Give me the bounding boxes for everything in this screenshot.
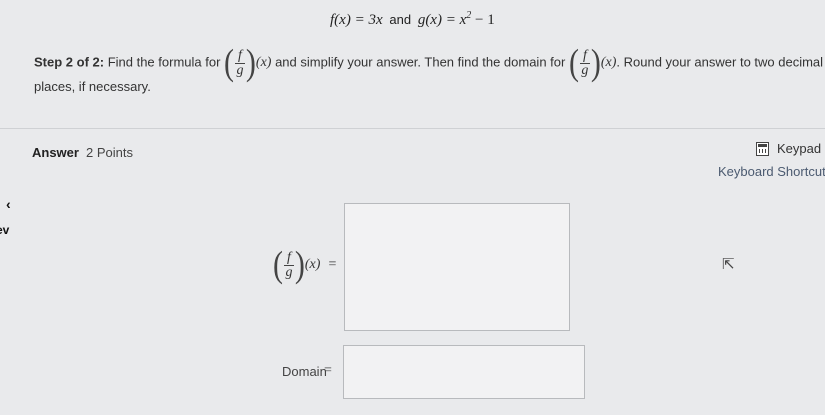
f-over-g-expression: ( fg ) (x)	[224, 41, 272, 83]
problem-functions: f(x) = 3x and g(x) = x2 − 1	[330, 10, 495, 29]
f-over-g-input-label: ( fg ) (x) =	[273, 243, 337, 285]
keyboard-shortcuts-link[interactable]: Keyboard Shortcuts	[718, 164, 825, 179]
domain-answer-input[interactable]	[343, 345, 585, 399]
domain-label: Domain	[282, 364, 327, 379]
f-over-g-answer-input[interactable]	[344, 203, 570, 331]
equals-sign: =	[328, 257, 337, 272]
chevron-left-icon[interactable]: ‹	[6, 196, 11, 212]
and-text: and	[389, 12, 412, 27]
mouse-pointer-icon: ⇱	[722, 256, 735, 273]
step-instructions: Step 2 of 2: Find the formula for ( fg )…	[34, 41, 824, 94]
f-over-g-expression: ( fg ) (x)	[568, 41, 617, 83]
f-definition: f(x) = 3x	[330, 12, 383, 28]
calculator-icon	[756, 141, 769, 156]
points-label: 2 Points	[86, 145, 133, 160]
g-definition: g(x) = x2 − 1	[417, 10, 495, 28]
keypad-button[interactable]: Keypad	[756, 141, 821, 156]
domain-equals-sign: =	[324, 363, 332, 378]
step-label: Step 2 of 2:	[34, 54, 105, 70]
answer-label: Answer	[32, 145, 79, 160]
keypad-label: Keypad	[777, 141, 822, 156]
divider	[0, 128, 825, 129]
prev-button[interactable]: ev	[0, 223, 9, 237]
